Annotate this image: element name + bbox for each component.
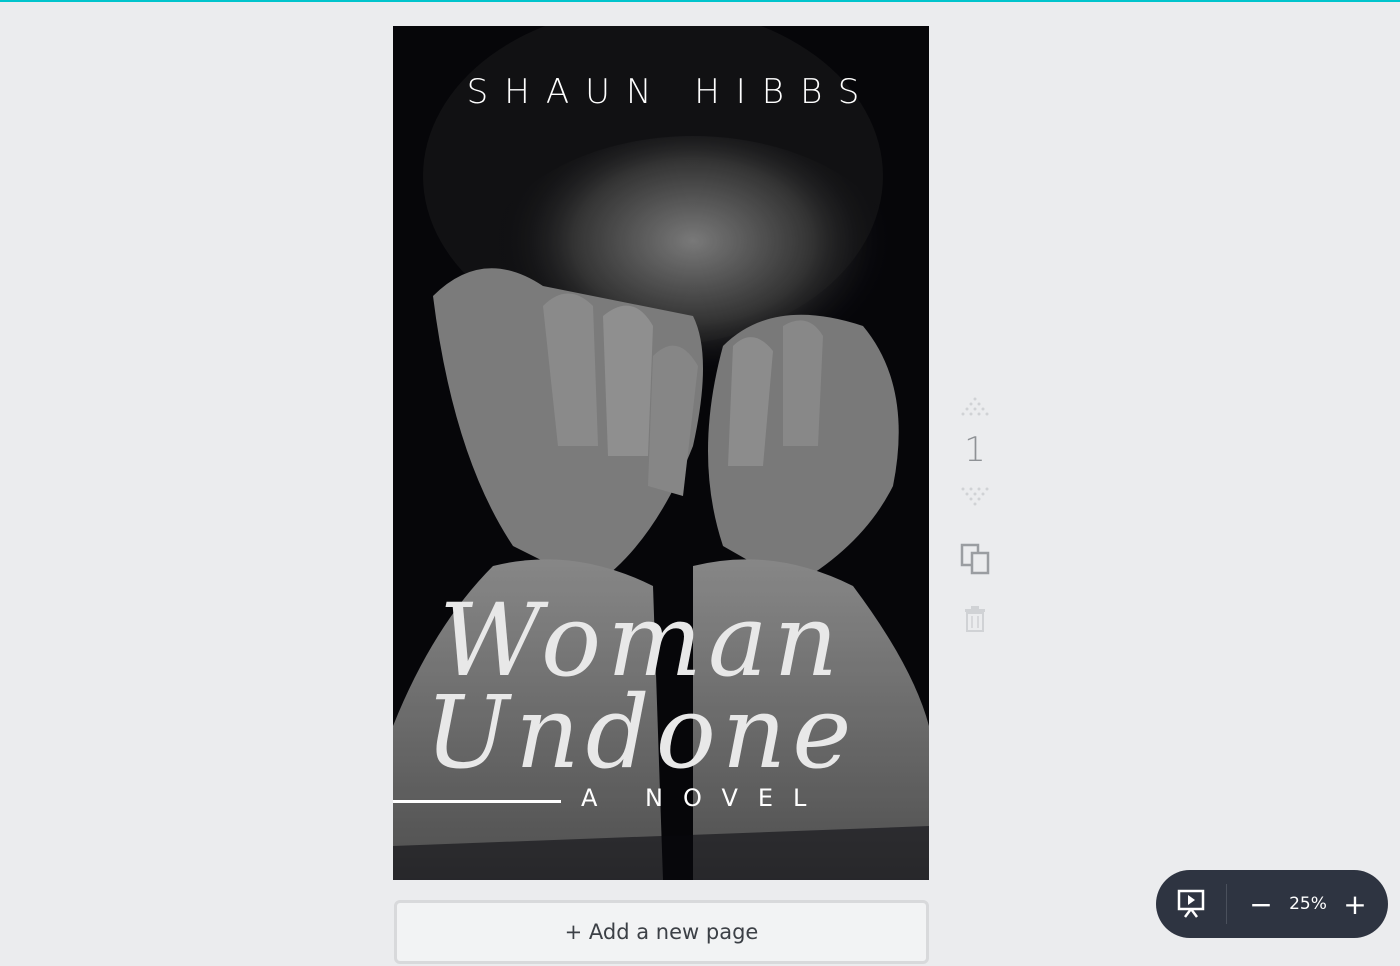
cover-title-line-2[interactable]: Undone: [425, 674, 857, 791]
cover-subtitle[interactable]: A NOVEL: [581, 784, 826, 812]
page-controls: 1: [955, 394, 995, 634]
subtitle-rule[interactable]: [393, 800, 561, 803]
zoom-level[interactable]: 25%: [1281, 894, 1335, 914]
design-page[interactable]: SHAUN HIBBS Woman Undone A NOVEL: [393, 26, 929, 880]
zoom-toolbar: − 25% +: [1156, 870, 1388, 938]
duplicate-icon[interactable]: [955, 542, 995, 576]
present-button[interactable]: [1156, 870, 1226, 938]
zoom-out-button[interactable]: −: [1241, 870, 1281, 938]
trash-icon[interactable]: [955, 604, 995, 634]
cover-author[interactable]: SHAUN HIBBS: [393, 72, 929, 112]
top-accent-bar: [0, 0, 1400, 2]
zoom-divider: [1226, 884, 1227, 924]
chevron-up-icon[interactable]: [955, 394, 995, 422]
chevron-down-icon[interactable]: [955, 482, 995, 510]
zoom-in-button[interactable]: +: [1335, 870, 1375, 938]
page-number: 1: [964, 430, 986, 470]
add-new-page-button[interactable]: + Add a new page: [394, 900, 929, 964]
present-icon: [1177, 889, 1205, 918]
